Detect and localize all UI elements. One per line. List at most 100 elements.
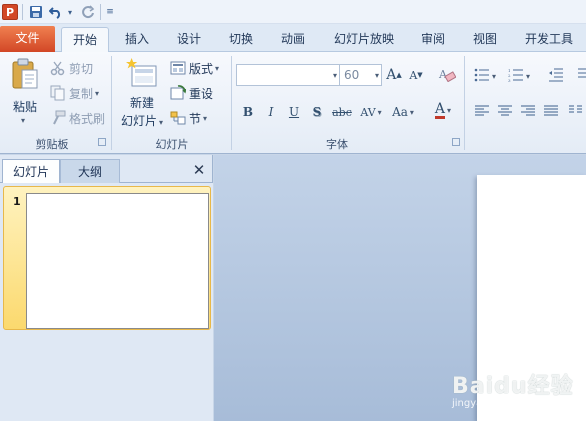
tab-home[interactable]: 开始 [61, 27, 109, 53]
italic-button[interactable]: I [263, 102, 279, 122]
bullets-icon [474, 68, 490, 85]
tab-slideshow[interactable]: 幻灯片放映 [326, 27, 402, 52]
columns-button[interactable] [566, 102, 586, 122]
layout-button[interactable]: 版式 ▾ [170, 58, 219, 78]
qat-separator [100, 4, 101, 20]
section-button[interactable]: 节 ▾ [170, 108, 207, 128]
paste-label: 粘贴 [12, 100, 37, 114]
justify-button[interactable] [541, 102, 561, 122]
new-slide-label-line1: 新建 [129, 96, 154, 110]
new-slide-label-line2: 幻灯片 ▾ [118, 112, 166, 129]
clear-formatting-button[interactable]: A [436, 65, 458, 85]
font-color-icon: A [434, 100, 446, 119]
strikethrough-button[interactable]: abc [331, 102, 353, 122]
layout-icon [170, 60, 186, 76]
character-spacing-icon: AV [360, 105, 376, 119]
reset-icon [170, 85, 187, 101]
paste-dropdown-icon[interactable]: ▾ [21, 116, 25, 125]
section-dropdown-icon[interactable]: ▾ [203, 114, 207, 123]
increase-indent-icon [572, 68, 586, 85]
ribbon-tabs: 文件 开始 插入 设计 切换 动画 幻灯片放映 审阅 视图 开发工具 [0, 24, 586, 53]
align-center-icon [498, 105, 512, 120]
format-painter-button[interactable]: 格式刷 [50, 108, 105, 128]
paste-button[interactable]: 粘贴 ▾ [6, 56, 44, 132]
slide-thumbnail-item[interactable]: 1 [3, 186, 211, 330]
layout-label: 版式 [189, 61, 214, 76]
format-painter-icon [50, 110, 66, 126]
align-center-button[interactable] [495, 102, 515, 122]
pane-tab-slides[interactable]: 幻灯片 [2, 159, 60, 183]
font-size-value: 60 [344, 68, 360, 82]
increase-indent-button[interactable] [572, 66, 586, 86]
slide-number: 1 [13, 195, 21, 208]
align-left-button[interactable] [472, 102, 492, 122]
decrease-indent-icon [548, 68, 564, 85]
tab-file[interactable]: 文件 [0, 26, 55, 52]
character-spacing-dropdown-icon[interactable]: ▾ [378, 108, 382, 117]
tab-review[interactable]: 审阅 [412, 27, 454, 52]
align-left-icon [475, 105, 489, 120]
paste-icon [11, 58, 39, 90]
clipboard-launcher-icon[interactable] [98, 138, 106, 146]
numbering-icon: 123 [508, 68, 524, 85]
layout-dropdown-icon[interactable]: ▾ [215, 64, 219, 73]
grow-font-icon: A [386, 67, 397, 83]
align-right-button[interactable] [518, 102, 538, 122]
text-shadow-button[interactable]: S [309, 102, 325, 122]
shrink-font-icon: A [409, 68, 418, 82]
tab-animations[interactable]: 动画 [272, 27, 314, 52]
font-launcher-icon[interactable] [452, 138, 460, 146]
change-case-dropdown-icon[interactable]: ▾ [410, 108, 414, 117]
bullets-dropdown-icon[interactable]: ▾ [492, 72, 496, 81]
new-slide-dropdown-icon[interactable]: ▾ [159, 118, 163, 127]
scissors-icon [50, 60, 66, 76]
pane-tab-outline[interactable]: 大纲 [60, 159, 120, 183]
change-case-button[interactable]: Aa ▾ [390, 102, 416, 122]
svg-text:3: 3 [508, 78, 511, 82]
tab-view[interactable]: 视图 [464, 27, 506, 52]
group-separator [464, 56, 465, 150]
quick-access-toolbar: P ▾ ≡ [0, 0, 586, 24]
character-spacing-button[interactable]: AV ▾ [358, 102, 384, 122]
close-icon[interactable]: ✕ [191, 161, 207, 179]
undo-dropdown-icon[interactable]: ▾ [66, 3, 74, 21]
shrink-font-button[interactable]: A ▼ [408, 65, 424, 85]
new-slide-icon [126, 58, 158, 88]
copy-label: 复制 [69, 86, 94, 101]
powerpoint-logo-icon[interactable]: P [2, 4, 18, 20]
bullets-button[interactable]: ▾ [472, 66, 498, 86]
qat-separator [22, 4, 23, 20]
font-group-label: 字体 [326, 138, 348, 151]
cut-button[interactable]: 剪切 [50, 58, 93, 78]
undo-icon[interactable] [48, 3, 64, 21]
save-icon[interactable] [27, 3, 45, 21]
bold-button[interactable]: B [240, 102, 256, 122]
underline-button[interactable]: U [286, 102, 302, 122]
font-size-dropdown-icon[interactable]: ▾ [375, 71, 379, 80]
customize-qat-icon[interactable]: ≡ [104, 3, 116, 21]
numbering-dropdown-icon[interactable]: ▾ [526, 72, 530, 81]
numbering-button[interactable]: 123 ▾ [506, 66, 532, 86]
change-case-icon: Aa [392, 105, 408, 119]
new-slide-button[interactable]: 新建 幻灯片 ▾ [118, 56, 166, 132]
clipboard-group-label: 剪贴板 [35, 138, 69, 151]
justify-icon [544, 105, 558, 120]
font-name-dropdown-icon[interactable]: ▾ [333, 71, 337, 80]
font-name-combo[interactable]: ▾ [236, 64, 340, 86]
tab-developer[interactable]: 开发工具 [516, 27, 582, 52]
grow-font-button[interactable]: A ▲ [386, 65, 402, 85]
copy-dropdown-icon[interactable]: ▾ [95, 89, 99, 98]
font-color-dropdown-icon[interactable]: ▾ [447, 106, 451, 115]
copy-button[interactable]: 复制 ▾ [50, 83, 99, 103]
decrease-indent-button[interactable] [546, 66, 566, 86]
cut-label: 剪切 [69, 61, 94, 76]
font-size-combo[interactable]: 60 ▾ [339, 64, 382, 86]
reset-button[interactable]: 重设 [170, 83, 213, 103]
tab-insert[interactable]: 插入 [116, 27, 158, 52]
new-slide-label-text: 幻灯片 [120, 114, 157, 128]
redo-icon[interactable] [80, 3, 96, 21]
font-color-button[interactable]: A ▾ [430, 100, 456, 120]
slide-thumbnail[interactable] [26, 193, 209, 329]
tab-transitions[interactable]: 切换 [220, 27, 262, 52]
tab-design[interactable]: 设计 [168, 27, 210, 52]
